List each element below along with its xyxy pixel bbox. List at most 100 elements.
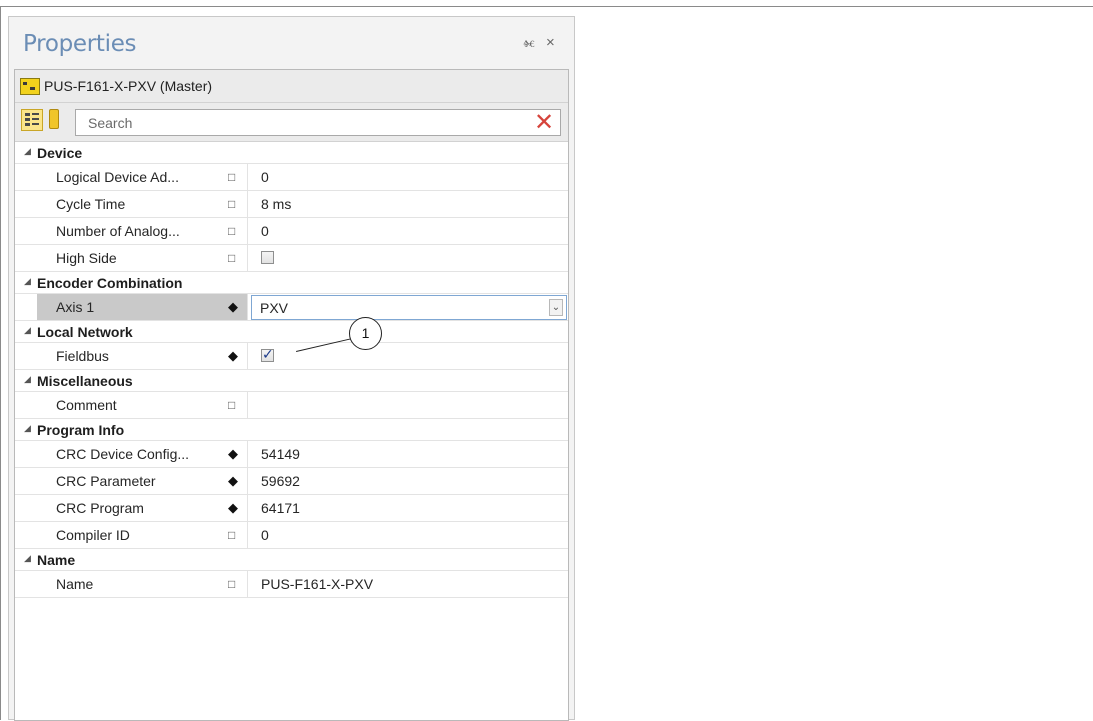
category-row[interactable]: ◢ Name (15, 549, 568, 571)
close-icon[interactable]: × (546, 34, 555, 51)
clear-search-icon[interactable]: ✕ (534, 108, 554, 137)
readonly-diamond-icon: ◆ (228, 500, 238, 515)
alphabetical-view-icon[interactable] (49, 109, 59, 129)
property-name: CRC Parameter (56, 473, 156, 489)
property-row[interactable]: CRC Program ◆ 64171 (15, 495, 568, 522)
row-margin (15, 164, 37, 190)
property-name: Compiler ID (56, 527, 130, 543)
property-row[interactable]: High Side □ (15, 245, 568, 272)
editable-square-icon: □ (228, 251, 236, 265)
row-margin (15, 218, 37, 244)
editable-square-icon: □ (228, 528, 236, 542)
expand-arrow-icon[interactable]: ◢ (24, 423, 31, 434)
property-name: CRC Device Config... (56, 446, 190, 462)
editable-square-icon: □ (228, 170, 236, 184)
row-margin (15, 571, 37, 597)
property-name-cell[interactable]: CRC Parameter ◆ (37, 468, 248, 494)
callout-marker: 1 (349, 317, 382, 350)
category-row[interactable]: ◢ Device (15, 142, 568, 164)
property-row[interactable]: Axis 1 ◆ PXV ⌄ (15, 294, 568, 321)
property-value[interactable]: PUS-F161-X-PXV (261, 576, 373, 592)
editable-square-icon: □ (228, 224, 236, 238)
expand-arrow-icon[interactable]: ◢ (24, 146, 31, 157)
category-row[interactable]: ◢ Encoder Combination (15, 272, 568, 294)
selected-object-name: PUS-F161-X-PXV (Master) (44, 78, 213, 94)
properties-panel: Properties ⱙ × PUS-F161-X-PXV (Master) ✕… (8, 16, 575, 721)
readonly-diamond-icon: ◆ (228, 446, 238, 461)
property-row[interactable]: CRC Device Config... ◆ 54149 (15, 441, 568, 468)
property-name-cell[interactable]: Logical Device Ad... □ (37, 164, 248, 190)
property-name-cell[interactable]: CRC Device Config... ◆ (37, 441, 248, 467)
properties-content: PUS-F161-X-PXV (Master) ✕ ◢ Device Logical… (14, 69, 569, 721)
property-row[interactable]: Logical Device Ad... □ 0 (15, 164, 568, 191)
property-row[interactable]: Number of Analog... □ 0 (15, 218, 568, 245)
property-name: Name (56, 576, 94, 592)
property-name-cell[interactable]: Comment □ (37, 392, 248, 418)
category-label: Name (37, 552, 76, 568)
property-name-cell[interactable]: High Side □ (37, 245, 248, 271)
property-name-cell[interactable]: Cycle Time □ (37, 191, 248, 217)
expand-arrow-icon[interactable]: ◢ (24, 325, 31, 336)
property-name: Logical Device Ad... (56, 169, 179, 185)
property-name: High Side (56, 250, 117, 266)
readonly-diamond-icon: ◆ (228, 473, 238, 488)
editable-square-icon: □ (228, 577, 236, 591)
search-input[interactable] (76, 110, 528, 135)
properties-toolbar: ✕ (15, 103, 568, 142)
selected-object-bar: PUS-F161-X-PXV (Master) (15, 70, 568, 103)
property-name-cell[interactable]: CRC Program ◆ (37, 495, 248, 521)
axis-dropdown[interactable]: PXV ⌄ (251, 295, 567, 320)
row-margin (15, 392, 37, 418)
chevron-down-icon[interactable]: ⌄ (549, 299, 563, 316)
property-grid: ◢ Device Logical Device Ad... □ 0 Cycle Time □… (15, 142, 568, 598)
category-label: Miscellaneous (37, 373, 133, 389)
category-label: Encoder Combination (37, 275, 183, 291)
category-row[interactable]: ◢ Miscellaneous (15, 370, 568, 392)
category-row[interactable]: ◢ Local Network (15, 321, 568, 343)
row-margin (15, 294, 37, 320)
property-value[interactable]: 8 ms (261, 196, 291, 212)
property-name: Axis 1 (56, 299, 95, 315)
property-name: CRC Program (56, 500, 144, 516)
editable-square-icon: □ (228, 398, 236, 412)
property-name-cell[interactable]: Number of Analog... □ (37, 218, 248, 244)
device-icon (20, 78, 40, 95)
property-name-cell[interactable]: Fieldbus ◆ (37, 343, 248, 369)
category-label: Local Network (37, 324, 133, 340)
property-value[interactable]: 54149 (261, 446, 300, 462)
property-value[interactable]: 0 (261, 169, 269, 185)
row-margin (15, 522, 37, 548)
expand-arrow-icon[interactable]: ◢ (24, 553, 31, 564)
property-row[interactable]: Comment □ (15, 392, 568, 419)
panel-title: Properties (23, 31, 137, 57)
pin-icon[interactable]: ⱙ (523, 37, 535, 53)
property-value[interactable]: 64171 (261, 500, 300, 516)
dropdown-value: PXV (260, 300, 289, 316)
row-margin (15, 191, 37, 217)
property-name-cell[interactable]: Compiler ID □ (37, 522, 248, 548)
property-row[interactable]: CRC Parameter ◆ 59692 (15, 468, 568, 495)
readonly-diamond-icon: ◆ (228, 348, 238, 363)
property-name-cell[interactable]: Axis 1 ◆ (37, 294, 248, 320)
callout-number: 1 (361, 325, 370, 341)
property-row[interactable]: Cycle Time □ 8 ms (15, 191, 568, 218)
row-margin (15, 245, 37, 271)
property-checkbox[interactable]: ✓ (261, 346, 274, 362)
expand-arrow-icon[interactable]: ◢ (24, 276, 31, 287)
property-value[interactable]: 59692 (261, 473, 300, 489)
row-margin (15, 343, 37, 369)
property-name: Fieldbus (56, 348, 109, 364)
property-checkbox[interactable] (261, 251, 274, 264)
property-name-cell[interactable]: Name □ (37, 571, 248, 597)
property-value[interactable]: 0 (261, 223, 269, 239)
row-margin (15, 441, 37, 467)
editable-square-icon: □ (228, 197, 236, 211)
property-row[interactable]: Name □ PUS-F161-X-PXV (15, 571, 568, 598)
property-value[interactable]: 0 (261, 527, 269, 543)
property-row[interactable]: Fieldbus ◆ ✓ (15, 343, 568, 370)
category-row[interactable]: ◢ Program Info (15, 419, 568, 441)
checkmark-icon: ✓ (262, 346, 274, 362)
expand-arrow-icon[interactable]: ◢ (24, 374, 31, 385)
property-row[interactable]: Compiler ID □ 0 (15, 522, 568, 549)
categorized-view-icon[interactable] (21, 109, 43, 131)
